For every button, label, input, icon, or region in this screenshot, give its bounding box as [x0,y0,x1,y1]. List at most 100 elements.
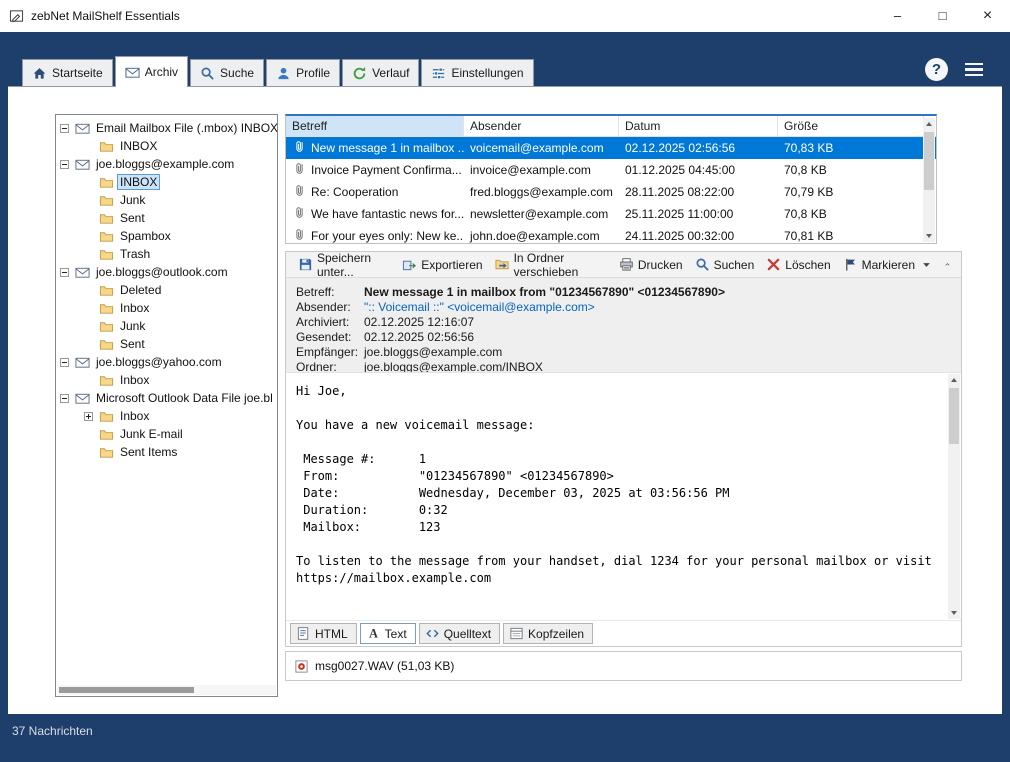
tab-label: Archiv [144,65,179,79]
message-body: Hi Joe, You have a new voicemail message… [286,372,961,620]
cell-subject: We have fantastic news for... [286,205,464,223]
tree-item-email-mailbox-file-mbox-inbox[interactable]: Email Mailbox File (.mbox) INBOX [56,119,277,137]
export-button[interactable]: Exportieren [396,255,488,274]
tree-item-label: Inbox [120,301,150,315]
headers-icon [509,626,524,641]
mail-row-2[interactable]: Invoice Payment Confirma... invoice@examp… [286,159,936,181]
collapse-minus-icon[interactable] [60,123,75,133]
detail-value: joe.bloggs@example.com/INBOX [364,360,543,372]
mail-row-1[interactable]: New message 1 in mailbox ... voicemail@ex… [286,137,936,159]
tree-item-sent-items[interactable]: Sent Items [56,443,277,461]
cell-size: 70,79 KB [784,185,834,199]
column-header-size[interactable]: Größe [778,116,924,136]
cell-date: 02.12.2025 02:56:56 [625,141,736,155]
delete-button[interactable]: Löschen [760,255,836,274]
tree-item-junk-e-mail[interactable]: Junk E-mail [56,425,277,443]
collapse-minus-icon[interactable] [60,357,75,367]
view-tab-headers[interactable]: Kopfzeilen [503,623,594,644]
paperclip-icon [292,205,307,220]
close-button[interactable]: × [965,0,1010,32]
move-to-folder-button[interactable]: In Ordner verschieben [489,249,613,281]
paperclip-icon [292,161,307,176]
app-icon [9,9,24,24]
tree-item-deleted[interactable]: Deleted [56,281,277,299]
tree-item-label: INBOX [120,139,158,153]
cell-date: 01.12.2025 04:45:00 [625,163,736,177]
tree-item-inbox[interactable]: Inbox [56,299,277,317]
button-label: Speichern unter... [317,250,372,279]
tab-startseite[interactable]: Startseite [22,59,113,86]
tree-item-joe-bloggs-example-com[interactable]: joe.bloggs@example.com [56,155,277,173]
collapse-minus-icon[interactable] [60,159,75,169]
column-header-sender[interactable]: Absender [464,116,619,136]
detail-row: Archiviert: 02.12.2025 12:16:07 [296,315,961,330]
save-as-button[interactable]: Speichern unter... [292,249,396,281]
view-tab-html[interactable]: HTML [290,623,357,644]
folder-icon [99,445,114,460]
tree-item-joe-bloggs-outlook-com[interactable]: joe.bloggs@outlook.com [56,263,277,281]
search-button[interactable]: Suchen [689,255,761,274]
tree-item-trash[interactable]: Trash [56,245,277,263]
view-tab-text[interactable]: A Text [359,623,416,644]
scroll-down-button[interactable] [948,607,960,619]
tab-archiv[interactable]: Archiv [114,56,189,87]
print-button[interactable]: Drucken [613,255,689,274]
mailbox-icon [75,121,90,136]
tree-item-sent[interactable]: Sent [56,335,277,353]
scrollbar-thumb[interactable] [949,388,959,444]
collapse-minus-icon[interactable] [60,393,75,403]
help-button[interactable]: ? [925,58,948,81]
attachment-item[interactable]: msg0027.WAV (51,03 KB) [294,659,454,674]
search-icon [200,66,215,81]
tree-item-label: Junk [120,193,146,207]
tree-item-junk[interactable]: Junk [56,317,277,335]
tree-item-sent[interactable]: Sent [56,209,277,227]
tab-suche[interactable]: Suche [190,59,265,86]
view-tab-source[interactable]: Quelltext [418,623,501,644]
tree-horizontal-scrollbar[interactable] [57,685,276,695]
detail-row: Betreff: New message 1 in mailbox from "0… [296,285,961,300]
tree-item-label: Deleted [120,283,162,297]
minimize-button[interactable]: – [875,0,920,32]
mail-row-3[interactable]: Re: Cooperation fred.bloggs@example.com 28… [286,181,936,203]
tab-einstellungen[interactable]: Einstellungen [421,59,534,86]
tree-item-label: Spambox [120,229,171,243]
expand-plus-icon[interactable] [84,411,99,421]
cell-sender: invoice@example.com [470,163,591,177]
mail-row-5[interactable]: For your eyes only: New ke... john.doe@ex… [286,225,936,243]
scroll-down-button[interactable] [923,230,935,242]
tree-item-spambox[interactable]: Spambox [56,227,277,245]
mail-list-header: Betreff Absender Datum Größe [286,116,936,137]
mark-button[interactable]: Markieren [837,255,940,274]
home-icon [32,66,47,81]
view-tab-label: Quelltext [443,626,492,641]
tree-item-joe-bloggs-yahoo-com[interactable]: joe.bloggs@yahoo.com [56,353,277,371]
tab-verlauf[interactable]: Verlauf [342,59,420,86]
mail-row-4[interactable]: We have fantastic news for... newsletter@… [286,203,936,225]
tree-item-microsoft-outlook-data-file-joe-bl[interactable]: Microsoft Outlook Data File joe.bl [56,389,277,407]
scrollbar-thumb[interactable] [59,687,194,693]
detail-row: Gesendet: 02.12.2025 02:56:56 [296,330,961,345]
print-icon [619,257,634,272]
mail-list-scrollbar[interactable] [923,118,935,242]
maximize-button[interactable]: □ [920,0,965,32]
column-header-date[interactable]: Datum [619,116,778,136]
collapse-minus-icon[interactable] [60,267,75,277]
tree-item-inbox[interactable]: INBOX [56,137,277,155]
tree-item-inbox[interactable]: Inbox [56,371,277,389]
hamburger-menu-button[interactable] [965,60,983,80]
message-body-scrollbar[interactable] [948,374,960,619]
cell-size: 70,8 KB [784,207,827,221]
tree-item-inbox[interactable]: Inbox [56,407,277,425]
tab-profile[interactable]: Profile [266,59,341,86]
tab-label: Verlauf [372,66,410,80]
tree-item-label: Sent [120,211,145,225]
tab-strip: Startseite Archiv Suche Profile Verlauf Einst… [8,55,1002,87]
tree-item-inbox[interactable]: INBOX [56,173,277,191]
column-header-subject[interactable]: Betreff [286,116,464,136]
paperclip-icon [292,183,307,198]
detail-value[interactable]: ":: Voicemail ::" <voicemail@example.com… [364,300,595,315]
tree-item-junk[interactable]: Junk [56,191,277,209]
collapse-preview-button[interactable] [940,257,955,272]
scrollbar-thumb[interactable] [924,132,934,190]
